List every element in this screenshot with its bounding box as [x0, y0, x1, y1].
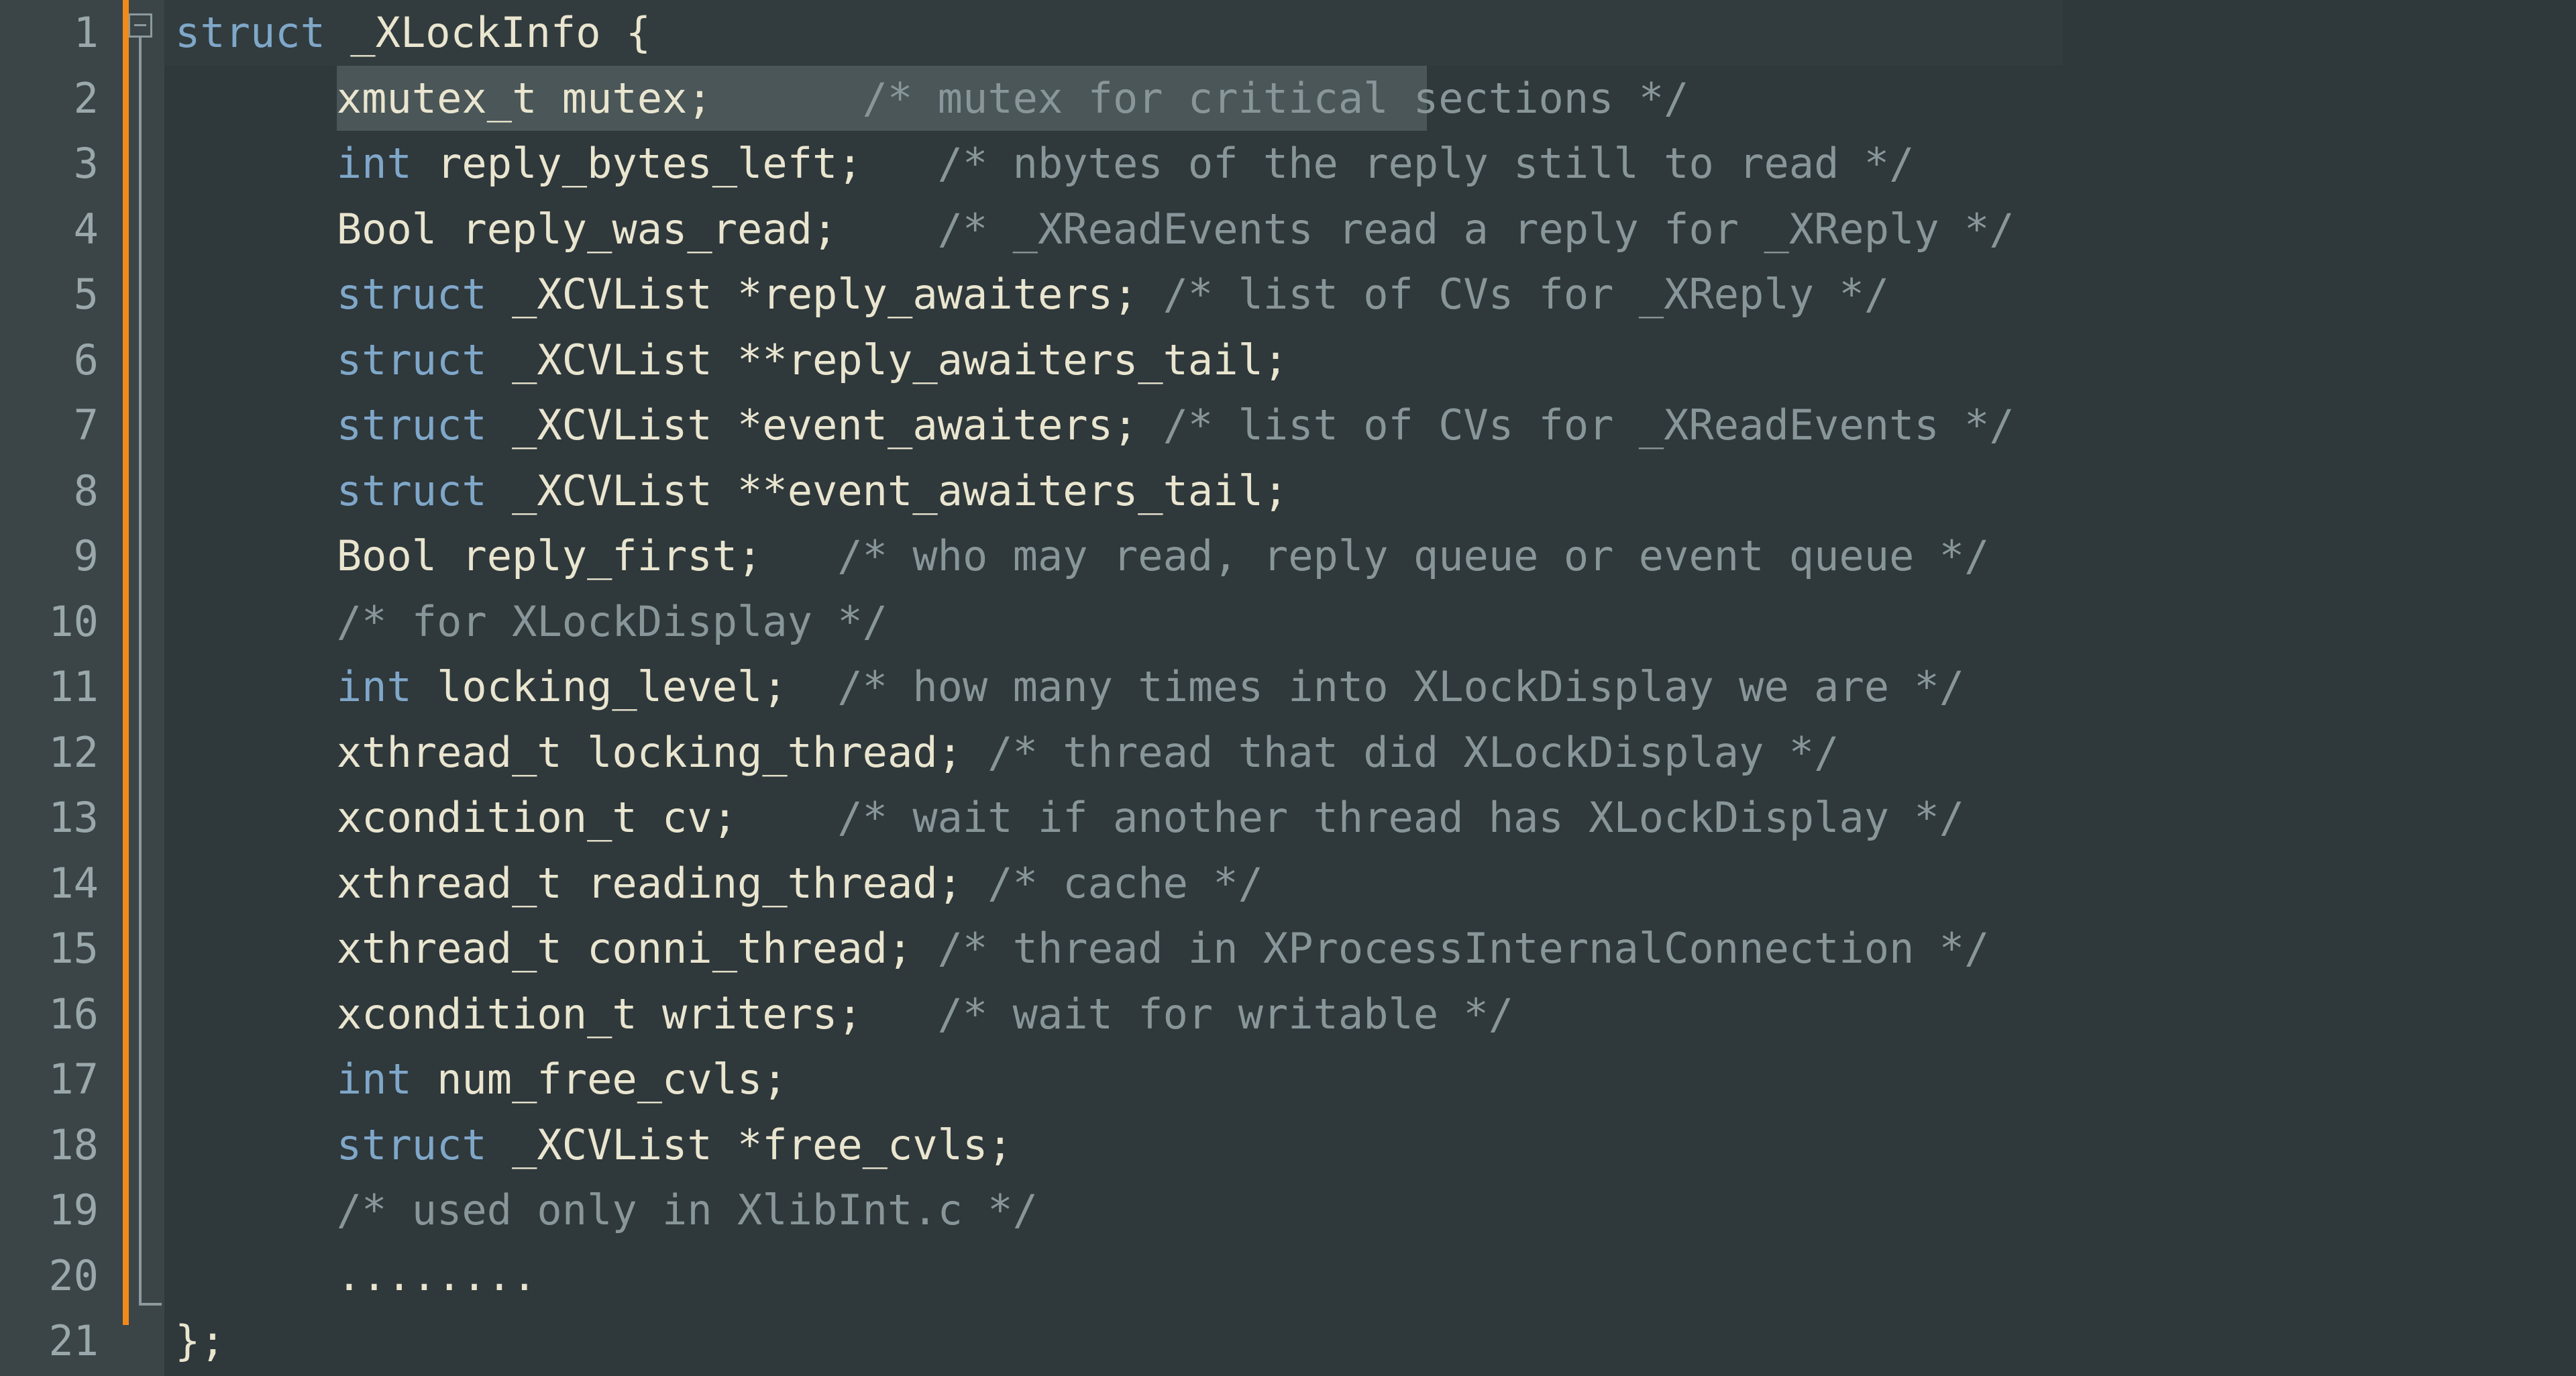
code-comment: /* thread in XProcessInternalConnection … — [912, 924, 1990, 973]
fold-minus-icon[interactable] — [128, 13, 152, 38]
code-identifier: _XCVList **event_awaiters_tail; — [486, 466, 1289, 515]
code-comment: /* wait for writable */ — [862, 989, 1514, 1039]
code-comment: /* _XReadEvents read a reply for _XReply… — [837, 204, 2015, 254]
line-number[interactable]: 3 — [0, 131, 123, 197]
line-number[interactable]: 17 — [0, 1047, 123, 1112]
line-number[interactable]: 20 — [0, 1243, 123, 1309]
line-number[interactable]: 4 — [0, 197, 123, 262]
line-number[interactable]: 14 — [0, 851, 123, 916]
code-line[interactable]: /* used only in XlibInt.c */ — [164, 1177, 2576, 1243]
fold-guide-end — [139, 1303, 162, 1306]
code-identifier: _XCVList **reply_awaiters_tail; — [486, 335, 1289, 384]
code-identifier: _XCVList *event_awaiters; — [486, 401, 1138, 449]
code-keyword: struct — [336, 1120, 487, 1169]
code-identifier: xmutex_t mutex; — [336, 73, 712, 123]
code-line[interactable]: struct _XCVList *reply_awaiters; /* list… — [164, 262, 2576, 327]
code-line[interactable]: }; — [164, 1308, 2576, 1374]
code-identifier: xthread_t locking_thread; — [336, 727, 963, 777]
code-identifier: reply_bytes_left; — [411, 139, 863, 188]
code-identifier: Bool reply_first; — [336, 531, 763, 580]
code-line[interactable]: xcondition_t writers; /* wait for writab… — [164, 982, 2576, 1047]
code-identifier: xcondition_t writers; — [336, 989, 863, 1039]
code-comment: /* list of CVs for _XReply */ — [1138, 270, 1890, 319]
fold-guide-line — [139, 38, 142, 1306]
code-line[interactable]: struct _XCVList **event_awaiters_tail; — [164, 458, 2576, 524]
code-identifier: Bool reply_was_read; — [336, 204, 838, 254]
line-number[interactable]: 8 — [0, 458, 123, 524]
line-number[interactable]: 6 — [0, 327, 123, 393]
code-line[interactable]: xthread_t reading_thread; /* cache */ — [164, 851, 2576, 916]
line-number[interactable]: 15 — [0, 916, 123, 982]
code-identifier: xthread_t conni_thread; — [336, 924, 913, 973]
code-keyword: struct — [336, 270, 487, 319]
vcs-modified-bar-icon — [123, 0, 129, 1325]
line-number-gutter[interactable]: 1 2 3 4 5 6 7 8 9 10 11 12 13 14 15 16 17 18 19 20 21 — [0, 0, 123, 1376]
code-line[interactable]: xthread_t conni_thread; /* thread in XPr… — [164, 916, 2576, 982]
code-identifier: _XLockInfo { — [325, 8, 651, 57]
code-line[interactable]: xmutex_t mutex; /* mutex for critical se… — [164, 66, 2576, 131]
code-comment: /* for XLockDisplay */ — [336, 596, 888, 646]
code-identifier: _XCVList *free_cvls; — [486, 1120, 1013, 1169]
line-number[interactable]: 2 — [0, 66, 123, 131]
code-editor[interactable]: 1 2 3 4 5 6 7 8 9 10 11 12 13 14 15 16 17 18 19 20 21 struct… — [0, 0, 2576, 1376]
code-line[interactable]: int reply_bytes_left; /* nbytes of the r… — [164, 131, 2576, 197]
code-keyword: struct — [336, 401, 487, 449]
line-number[interactable]: 5 — [0, 262, 123, 327]
code-comment: /* list of CVs for _XReadEvents */ — [1138, 401, 2015, 449]
code-line[interactable]: int locking_level; /* how many times int… — [164, 654, 2576, 720]
code-line[interactable]: Bool reply_first; /* who may read, reply… — [164, 523, 2576, 589]
line-number[interactable]: 12 — [0, 720, 123, 786]
code-keyword: int — [336, 1055, 412, 1104]
code-line[interactable]: /* for XLockDisplay */ — [164, 589, 2576, 655]
code-comment: /* mutex for critical sections */ — [712, 73, 1689, 123]
code-text-area[interactable]: struct _XLockInfo {xmutex_t mutex; /* mu… — [164, 0, 2576, 1376]
code-identifier: }; — [175, 1316, 225, 1365]
code-line[interactable]: struct _XCVList *free_cvls; — [164, 1112, 2576, 1178]
line-number[interactable]: 19 — [0, 1177, 123, 1243]
code-comment: /* used only in XlibInt.c */ — [336, 1185, 1038, 1234]
code-comment: /* how many times into XLockDisplay we a… — [787, 662, 1965, 711]
line-number[interactable]: 21 — [0, 1308, 123, 1374]
code-line[interactable]: Bool reply_was_read; /* _XReadEvents rea… — [164, 197, 2576, 262]
line-number[interactable]: 7 — [0, 392, 123, 458]
code-comment: /* wait if another thread has XLockDispl… — [737, 793, 1965, 842]
line-number[interactable]: 9 — [0, 523, 123, 589]
code-identifier: xthread_t reading_thread; — [336, 858, 963, 908]
code-line[interactable]: ........ — [164, 1243, 2576, 1309]
code-keyword: struct — [336, 466, 487, 515]
code-comment: /* nbytes of the reply still to read */ — [862, 139, 1915, 188]
line-number[interactable]: 16 — [0, 982, 123, 1047]
code-comment: /* cache */ — [962, 858, 1263, 908]
code-identifier: ........ — [336, 1251, 537, 1300]
line-number[interactable]: 13 — [0, 785, 123, 851]
code-keyword: int — [336, 139, 412, 188]
code-line[interactable]: int num_free_cvls; — [164, 1047, 2576, 1112]
code-identifier: locking_level; — [411, 662, 788, 711]
line-number[interactable]: 11 — [0, 654, 123, 720]
code-line[interactable]: struct _XLockInfo { — [164, 0, 2576, 66]
line-number[interactable]: 10 — [0, 589, 123, 655]
code-comment: /* thread that did XLockDisplay */ — [962, 727, 1839, 777]
code-keyword: struct — [336, 335, 487, 384]
code-identifier: _XCVList *reply_awaiters; — [486, 270, 1138, 319]
code-line[interactable]: struct _XCVList **reply_awaiters_tail; — [164, 327, 2576, 393]
code-identifier: xcondition_t cv; — [336, 793, 738, 842]
code-line[interactable]: xthread_t locking_thread; /* thread that… — [164, 720, 2576, 786]
code-identifier: num_free_cvls; — [411, 1055, 788, 1104]
line-number[interactable]: 1 — [0, 0, 123, 66]
code-keyword: int — [336, 662, 412, 711]
code-line[interactable]: struct _XCVList *event_awaiters; /* list… — [164, 392, 2576, 458]
code-folding-gutter[interactable] — [123, 0, 164, 1376]
line-number[interactable]: 18 — [0, 1112, 123, 1178]
code-line[interactable]: xcondition_t cv; /* wait if another thre… — [164, 785, 2576, 851]
code-comment: /* who may read, reply queue or event qu… — [762, 531, 1990, 580]
code-keyword: struct — [175, 8, 325, 57]
